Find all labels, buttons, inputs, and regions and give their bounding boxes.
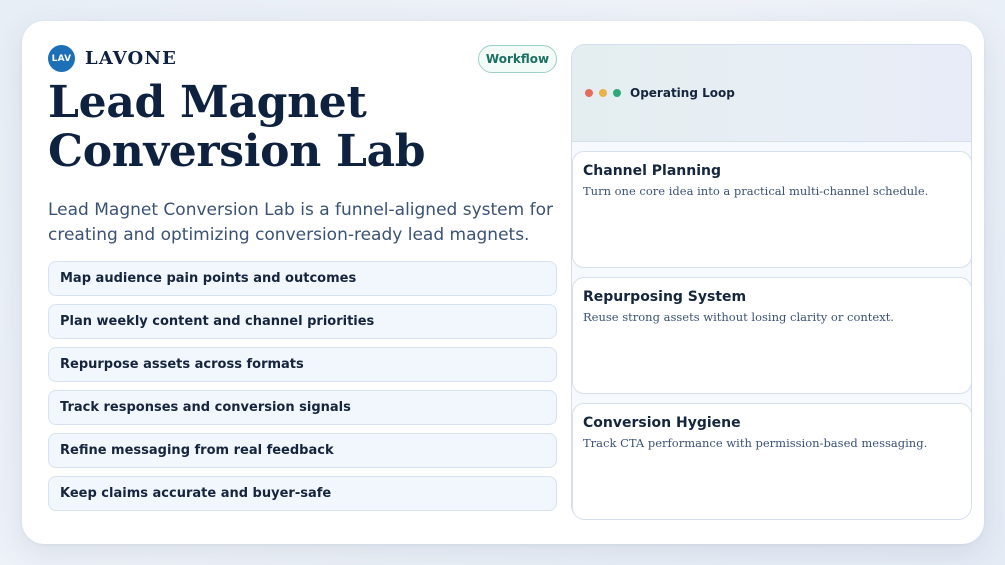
list-item[interactable]: Plan weekly content and channel prioriti…	[48, 304, 557, 339]
operating-loop-panel: Operating Loop Channel Planning Turn one…	[571, 44, 972, 520]
workflow-badge[interactable]: Workflow	[478, 45, 557, 73]
list-item[interactable]: Track responses and conversion signals	[48, 390, 557, 425]
panel-title: Operating Loop	[630, 86, 735, 100]
card-description: Reuse strong assets without losing clari…	[583, 310, 894, 324]
list-item[interactable]: Keep claims accurate and buyer-safe	[48, 476, 557, 511]
brand-logo: LAV	[48, 45, 75, 72]
card-description: Turn one core idea into a practical mult…	[583, 184, 929, 198]
brand: LAV LAVONE	[48, 45, 177, 72]
checklist: Map audience pain points and outcomes Pl…	[48, 261, 557, 519]
card-repurposing-system[interactable]: Repurposing System Reuse strong assets w…	[572, 277, 971, 394]
panel-header: Operating Loop	[572, 45, 971, 142]
maximize-dot-icon	[613, 89, 621, 97]
card-channel-planning[interactable]: Channel Planning Turn one core idea into…	[572, 151, 971, 268]
page-title-container: Lead Magnet Conversion Lab	[48, 78, 548, 188]
minimize-dot-icon	[599, 89, 607, 97]
list-item[interactable]: Refine messaging from real feedback	[48, 433, 557, 468]
page-title: Lead Magnet Conversion Lab	[48, 78, 426, 177]
card-description: Track CTA performance with permission-ba…	[583, 436, 928, 450]
main-card: LAV LAVONE Workflow Lead Magnet Conversi…	[22, 21, 984, 544]
page-subtitle: Lead Magnet Conversion Lab is a funnel-a…	[48, 200, 553, 245]
card-title: Repurposing System	[583, 289, 747, 305]
list-item[interactable]: Map audience pain points and outcomes	[48, 261, 557, 296]
list-item[interactable]: Repurpose assets across formats	[48, 347, 557, 382]
card-title: Channel Planning	[583, 163, 722, 179]
card-conversion-hygiene[interactable]: Conversion Hygiene Track CTA performance…	[572, 403, 971, 519]
card-title: Conversion Hygiene	[583, 415, 741, 431]
brand-name: LAVONE	[85, 48, 178, 69]
close-dot-icon	[585, 89, 593, 97]
